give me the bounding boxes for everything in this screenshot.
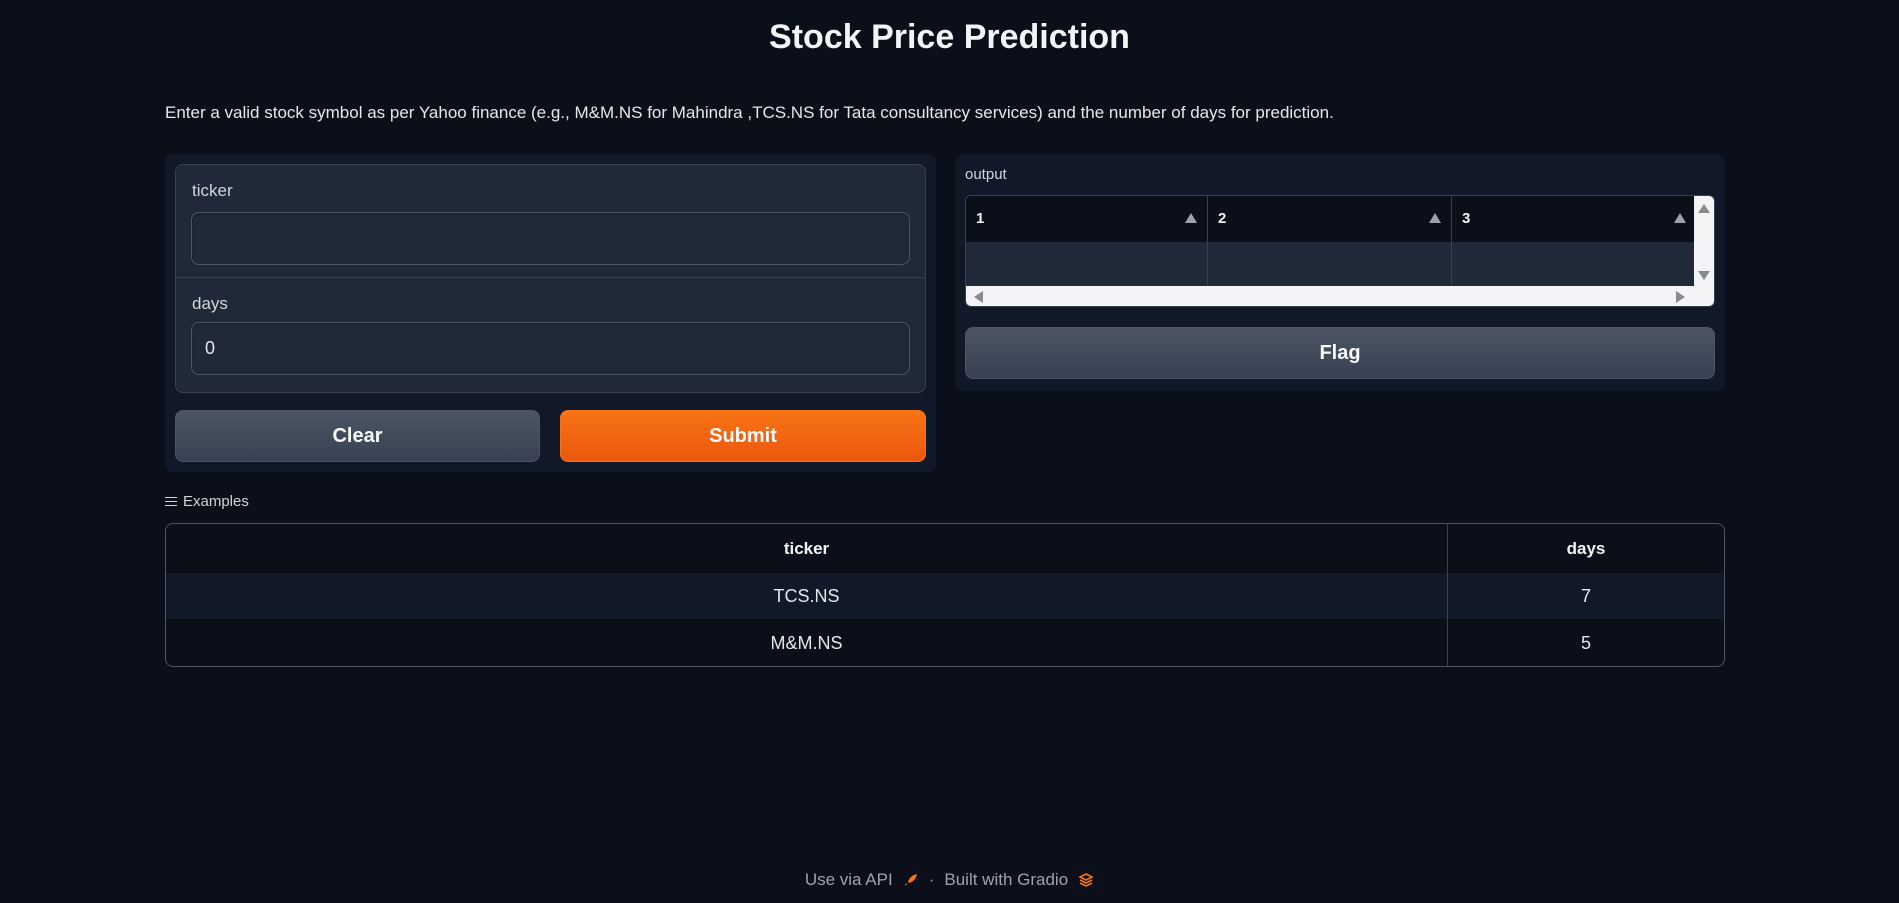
output-column-header[interactable]: 3 — [1452, 196, 1696, 242]
output-dataframe: 1 2 3 — [965, 195, 1715, 307]
example-days-cell[interactable]: 5 — [1448, 619, 1724, 666]
vertical-scrollbar[interactable] — [1694, 196, 1714, 288]
output-header-row: 1 2 3 — [966, 196, 1696, 242]
sort-arrow-icon[interactable] — [1185, 213, 1197, 223]
example-ticker-cell[interactable]: TCS.NS — [166, 573, 1448, 619]
scroll-left-icon[interactable] — [974, 291, 983, 303]
examples-header-ticker: ticker — [166, 524, 1448, 573]
list-icon — [165, 496, 177, 507]
horizontal-scrollbar[interactable] — [966, 286, 1714, 306]
page-title: Stock Price Prediction — [769, 18, 1130, 56]
column-header-label: 2 — [1218, 210, 1227, 227]
rocket-icon — [904, 874, 917, 886]
examples-header-row: ticker days — [166, 524, 1724, 573]
output-cell[interactable] — [1452, 242, 1696, 288]
footer: Use via API · Built with Gradio — [0, 870, 1899, 890]
column-header-label: 1 — [976, 210, 985, 227]
example-ticker-cell[interactable]: M&M.NS — [166, 619, 1448, 666]
input-group: ticker days — [175, 164, 926, 393]
api-link[interactable]: Use via API — [805, 870, 893, 890]
output-table: 1 2 3 — [966, 196, 1696, 288]
days-input[interactable] — [191, 322, 910, 375]
input-panel: ticker days Clear Submit — [165, 154, 936, 472]
sort-arrow-icon[interactable] — [1674, 213, 1686, 223]
submit-button[interactable]: Submit — [560, 410, 926, 462]
ticker-input[interactable] — [191, 212, 910, 265]
footer-separator: · — [928, 870, 935, 889]
gradio-app: Stock Price Prediction Enter a valid sto… — [0, 0, 1899, 903]
ticker-label: ticker — [192, 181, 233, 200]
flag-button[interactable]: Flag — [965, 327, 1715, 379]
examples-table: ticker days TCS.NS 7 M&M.NS 5 — [165, 523, 1725, 667]
sort-arrow-icon[interactable] — [1429, 213, 1441, 223]
output-column-header[interactable]: 2 — [1208, 196, 1452, 242]
example-row[interactable]: TCS.NS 7 — [166, 573, 1724, 619]
scroll-right-icon[interactable] — [1676, 291, 1685, 303]
days-label: days — [192, 294, 228, 313]
clear-button[interactable]: Clear — [175, 410, 540, 462]
examples-header-days: days — [1566, 538, 1606, 558]
page-description: Enter a valid stock symbol as per Yahoo … — [165, 103, 1334, 122]
ticker-field-block: ticker — [176, 165, 925, 278]
scroll-down-icon[interactable] — [1698, 271, 1710, 280]
gradio-logo-icon — [1078, 873, 1094, 887]
scroll-up-icon[interactable] — [1698, 204, 1710, 213]
output-column-header[interactable]: 1 — [966, 196, 1208, 242]
examples-title: Examples — [183, 493, 249, 510]
output-data-row — [966, 242, 1696, 288]
column-header-label: 3 — [1462, 210, 1471, 227]
output-label: output — [965, 166, 1007, 183]
output-cell[interactable] — [1208, 242, 1452, 288]
output-panel: output 1 2 3 Flag — [955, 154, 1725, 391]
gradio-link[interactable]: Built with Gradio — [944, 870, 1068, 890]
output-cell[interactable] — [966, 242, 1208, 288]
example-row[interactable]: M&M.NS 5 — [166, 619, 1724, 666]
days-field-block: days — [176, 278, 925, 392]
examples-label: Examples — [165, 493, 249, 510]
example-days-cell[interactable]: 7 — [1448, 573, 1724, 619]
